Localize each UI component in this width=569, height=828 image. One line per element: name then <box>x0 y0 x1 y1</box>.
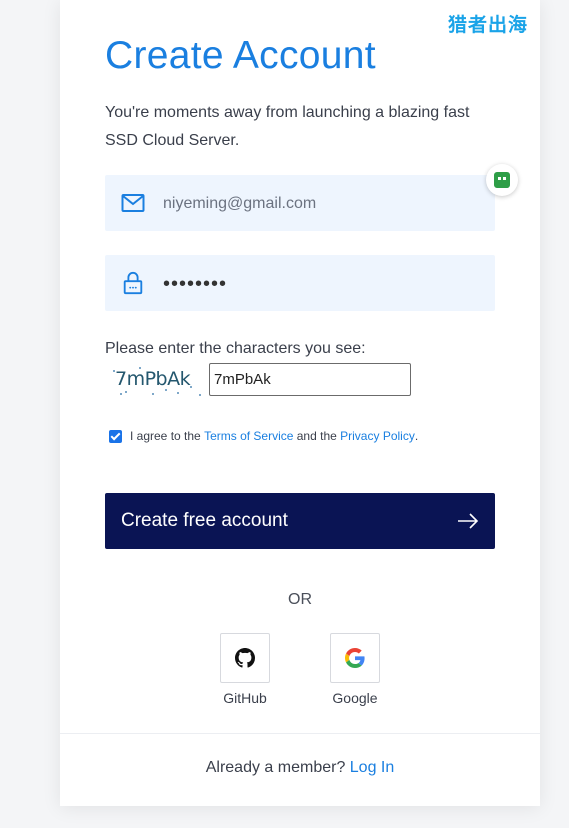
signup-card: 猎者出海 Create Account You're moments away … <box>60 0 540 806</box>
mail-icon <box>121 194 145 212</box>
captcha-label: Please enter the characters you see: <box>105 340 366 357</box>
google-login-button[interactable] <box>330 633 380 683</box>
github-icon <box>235 648 255 668</box>
email-field[interactable] <box>105 175 495 233</box>
password-input[interactable] <box>161 255 485 313</box>
extension-helper-button[interactable] <box>486 164 518 196</box>
email-input[interactable] <box>161 175 485 233</box>
google-label: Google <box>332 690 378 706</box>
robot-icon <box>494 172 510 188</box>
captcha-input[interactable] <box>209 363 411 396</box>
lock-icon <box>123 271 143 295</box>
github-label: GitHub <box>223 690 267 706</box>
password-field[interactable] <box>105 255 495 313</box>
github-login-button[interactable] <box>220 633 270 683</box>
create-account-button[interactable]: Create free account <box>105 493 495 549</box>
terms-agreement: I agree to the Terms of Service and the … <box>109 429 418 443</box>
or-divider-text: OR <box>288 591 312 608</box>
watermark-logo: 猎者出海 <box>448 14 529 36</box>
page-title: Create Account <box>105 34 376 77</box>
agree-text-middle: and the <box>293 429 341 443</box>
captcha-image-text: 7mPbAk <box>115 368 191 390</box>
agree-text-suffix: . <box>414 429 419 443</box>
arrow-right-icon <box>458 513 479 529</box>
login-link[interactable]: Log In <box>350 759 394 776</box>
agree-checkbox[interactable] <box>109 429 122 443</box>
agree-text-prefix: I agree to the <box>130 429 205 443</box>
captcha-image: 7mPbAk <box>105 364 207 396</box>
google-icon <box>345 648 365 668</box>
login-prompt-text: Already a member? <box>205 759 350 776</box>
terms-of-service-link[interactable]: Terms of Service <box>204 429 293 443</box>
footer-divider <box>60 733 540 734</box>
privacy-policy-link[interactable]: Privacy Policy <box>340 429 415 443</box>
page-subtitle: You're moments away from launching a bla… <box>105 104 470 149</box>
create-account-label: Create free account <box>121 510 288 531</box>
login-prompt: Already a member? Log In <box>60 759 540 777</box>
